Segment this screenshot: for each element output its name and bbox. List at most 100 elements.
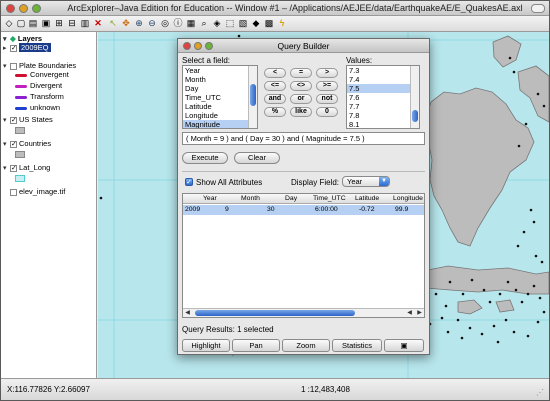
pan-icon[interactable]: ✥ [121, 18, 131, 29]
operator-greater-than-button[interactable]: > [316, 68, 338, 78]
query-icon[interactable]: ▦ [186, 18, 196, 29]
operator-equals-button[interactable]: = [290, 68, 312, 78]
delete-icon[interactable]: ▥ [80, 18, 90, 29]
column-header[interactable]: Day [285, 194, 297, 204]
operator-greater-equal-button[interactable]: >= [316, 81, 338, 91]
values-list-scrollbar[interactable] [410, 66, 419, 128]
field-item[interactable]: Day [183, 84, 257, 93]
show-all-attributes-checkbox[interactable]: ✓ [185, 178, 193, 186]
layer-checkbox[interactable]: ✓ [10, 116, 17, 124]
remove-layer-icon[interactable]: ⊟ [67, 18, 77, 29]
field-item[interactable]: Month [183, 75, 257, 84]
close-icon[interactable]: ✕ [93, 18, 103, 29]
layer-label[interactable]: 2009EQ [19, 43, 51, 52]
value-item[interactable]: 8.1 [347, 120, 419, 128]
layer-item-countries[interactable]: ▾ ✓ Countries [3, 138, 51, 149]
execute-button[interactable]: Execute [182, 152, 228, 164]
operator-and-button[interactable]: and [264, 94, 286, 104]
expand-icon[interactable]: ▾ [3, 61, 10, 72]
operator-less-than-button[interactable]: < [264, 68, 286, 78]
resize-grip-icon[interactable]: ⋰ [536, 388, 546, 398]
display-field-select[interactable]: Year ▼ [342, 176, 390, 187]
save-icon[interactable]: ▤ [28, 18, 38, 29]
value-item[interactable]: 7.8 [347, 111, 419, 120]
scroll-left-icon[interactable]: ◀ [405, 309, 414, 317]
values-list[interactable]: 7.3 7.4 7.5 7.6 7.7 7.8 8.1 [346, 65, 420, 129]
field-item[interactable]: Longitude [183, 111, 257, 120]
collapse-icon[interactable]: ▸ [3, 43, 10, 54]
column-header[interactable]: Latitude [355, 194, 379, 204]
dialog-minimize-button[interactable] [194, 42, 202, 50]
zoom-out-icon[interactable]: ⊖ [147, 18, 157, 29]
find-icon[interactable]: ⌕ [199, 18, 209, 29]
open-icon[interactable]: ▢ [16, 18, 26, 29]
value-item[interactable]: 7.4 [347, 75, 419, 84]
expand-icon[interactable]: ▾ [3, 139, 10, 150]
value-item[interactable]: 7.6 [347, 93, 419, 102]
scroll-thumb[interactable] [412, 110, 418, 122]
table-row[interactable]: 2009 9 30 6:00:00 -0.72 99.9 [183, 205, 424, 215]
highlight-button[interactable]: Highlight [182, 339, 230, 352]
layer-item-us-states[interactable]: ▾ ✓ US States [3, 114, 53, 125]
results-horizontal-scrollbar[interactable]: ◀ ◀ ▶ [183, 308, 424, 317]
pan-button[interactable]: Pan [232, 339, 280, 352]
field-item-selected[interactable]: Magnitude [183, 120, 257, 128]
expand-icon[interactable]: ▾ [3, 115, 10, 126]
layer-checkbox[interactable]: ✓ [10, 140, 17, 148]
hyperlink-icon[interactable]: ◆ [251, 18, 261, 29]
column-header[interactable]: Time_UTC [313, 194, 346, 204]
clear-select-icon[interactable]: ▧ [238, 18, 248, 29]
layer-item-2009eq[interactable]: ▸ ✓ 2009EQ [3, 42, 51, 53]
operator-not-equal-button[interactable]: <> [290, 81, 312, 91]
layer-label[interactable]: Lat_Long [19, 163, 50, 172]
lightning-icon[interactable]: ϟ [277, 18, 287, 29]
scroll-thumb[interactable] [250, 84, 256, 106]
zoom-button[interactable]: Zoom [282, 339, 330, 352]
value-item-selected[interactable]: 7.5 [347, 84, 419, 93]
measure-icon[interactable]: ◈ [212, 18, 222, 29]
buffer-icon[interactable]: ▩ [264, 18, 274, 29]
field-item[interactable]: Time_UTC [183, 93, 257, 102]
layer-item-lat-long[interactable]: ▾ ✓ Lat_Long [3, 162, 50, 173]
layer-checkbox[interactable]: ✓ [10, 44, 17, 52]
statistics-button[interactable]: Statistics [332, 339, 382, 352]
layer-checkbox[interactable]: ✓ [10, 164, 17, 172]
add-layer-icon[interactable]: ⊞ [54, 18, 64, 29]
select-icon[interactable]: ⬚ [225, 18, 235, 29]
value-item[interactable]: 7.3 [347, 66, 419, 75]
field-list[interactable]: Year Month Day Time_UTC Latitude Longitu… [182, 65, 258, 129]
value-item[interactable]: 7.7 [347, 102, 419, 111]
arrow-icon[interactable]: ↖ [108, 18, 118, 29]
field-item[interactable]: Latitude [183, 102, 257, 111]
full-extent-icon[interactable]: ◎ [160, 18, 170, 29]
clear-button[interactable]: Clear [234, 152, 280, 164]
operator-like-button[interactable]: like [290, 107, 312, 117]
field-item[interactable]: Year [183, 66, 257, 75]
layer-label[interactable]: Countries [19, 139, 51, 148]
zoom-in-icon[interactable]: ⊕ [134, 18, 144, 29]
column-header[interactable]: Longitude [393, 194, 423, 204]
expand-icon[interactable]: ▾ [3, 163, 10, 174]
operator-less-equal-button[interactable]: <= [264, 81, 286, 91]
layer-label[interactable]: US States [19, 115, 53, 124]
export-button[interactable]: ▣ [384, 339, 424, 352]
query-expression-field[interactable]: ( Month = 9 ) and ( Day = 30 ) and ( Mag… [182, 132, 425, 145]
operator-or-button[interactable]: or [290, 94, 312, 104]
close-window-button[interactable] [6, 4, 15, 13]
column-header[interactable]: Month [241, 194, 260, 204]
operator-percent-button[interactable]: % [264, 107, 286, 117]
dialog-close-button[interactable] [183, 42, 191, 50]
layer-checkbox[interactable] [10, 188, 17, 196]
identify-icon[interactable]: ⓘ [173, 18, 183, 29]
minimize-window-button[interactable] [19, 4, 28, 13]
dialog-zoom-button[interactable] [205, 42, 213, 50]
print-icon[interactable]: ▣ [41, 18, 51, 29]
layer-item-elev-image[interactable]: elev_image.tif [3, 186, 65, 197]
scroll-right-icon[interactable]: ▶ [415, 309, 424, 317]
field-list-scrollbar[interactable] [248, 66, 257, 128]
scroll-left-icon[interactable]: ◀ [183, 309, 192, 317]
scroll-thumb[interactable] [195, 310, 355, 316]
column-header[interactable]: Year [203, 194, 217, 204]
layer-label[interactable]: elev_image.tif [19, 187, 65, 196]
toolbar-toggle-button[interactable] [531, 4, 545, 13]
